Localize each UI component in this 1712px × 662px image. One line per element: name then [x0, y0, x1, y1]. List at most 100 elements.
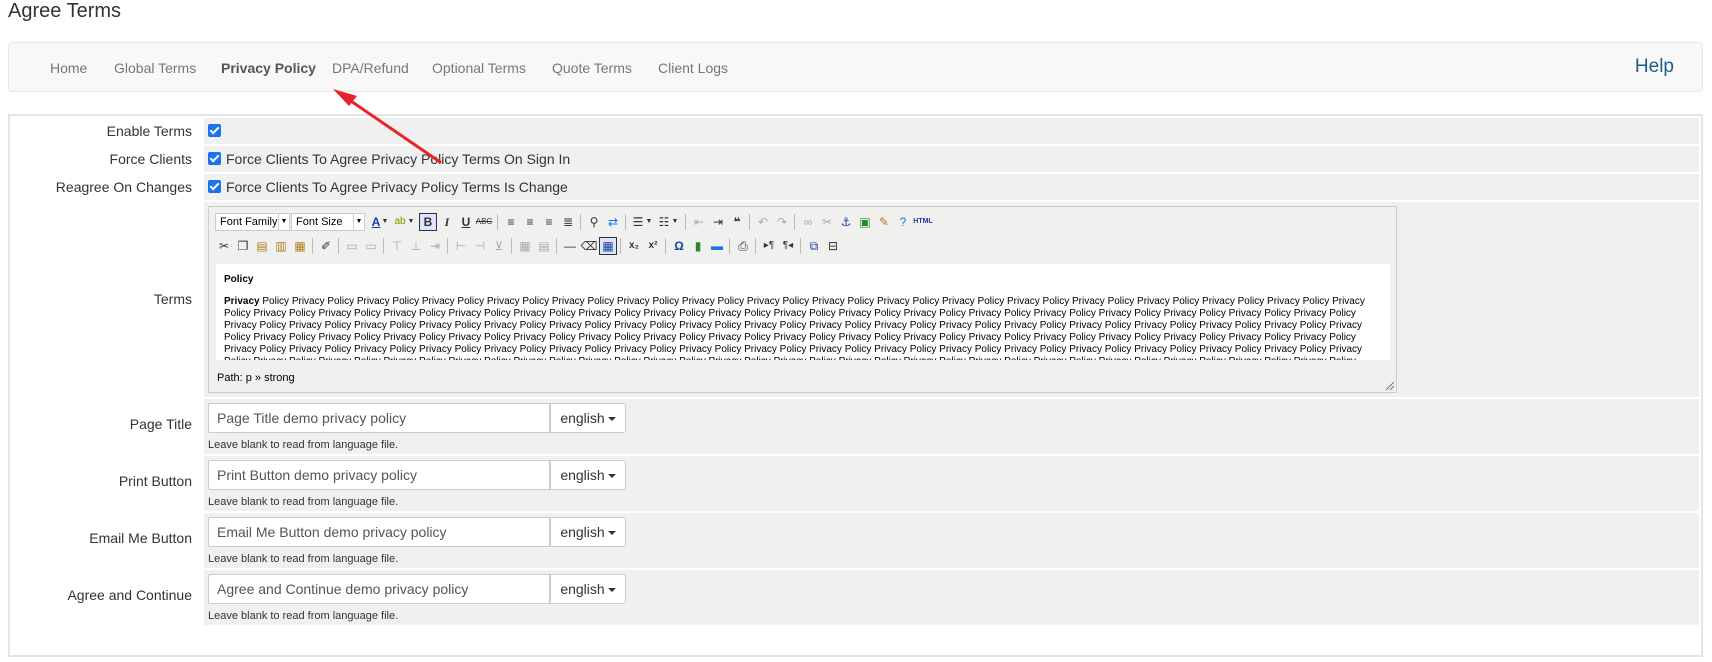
- delete-col-icon[interactable]: ⊻: [490, 237, 508, 255]
- content-heading: Policy: [224, 274, 254, 285]
- cleanup-icon[interactable]: ✎: [875, 213, 893, 231]
- unlink-icon[interactable]: ✂: [818, 213, 836, 231]
- align-justify-icon[interactable]: ≣: [559, 213, 577, 231]
- tab-global-terms[interactable]: Global Terms: [114, 60, 196, 76]
- table-props-icon[interactable]: ✐: [317, 237, 335, 255]
- underline-icon[interactable]: U: [457, 213, 475, 231]
- page-title-input[interactable]: Page Title demo privacy policy: [208, 403, 550, 433]
- numbered-list-dropdown-icon[interactable]: ▼: [671, 213, 679, 231]
- email-button-input[interactable]: Email Me Button demo privacy policy: [208, 517, 550, 547]
- indent-icon[interactable]: ⇥: [709, 213, 727, 231]
- subscript-icon[interactable]: x₂: [625, 237, 643, 255]
- cell-props-icon[interactable]: ▭: [362, 237, 380, 255]
- enable-terms-label: Enable Terms: [12, 118, 202, 144]
- redo-icon[interactable]: ↷: [773, 213, 791, 231]
- ltr-icon[interactable]: ▸¶: [760, 237, 778, 255]
- row-props-icon[interactable]: ▭: [343, 237, 361, 255]
- font-family-dropdown-icon: ▼: [278, 214, 289, 230]
- paste-icon[interactable]: ▤: [253, 237, 271, 255]
- font-size-dropdown-icon: ▼: [353, 214, 364, 230]
- image-icon[interactable]: ▣: [856, 213, 874, 231]
- strikethrough-icon[interactable]: ABC: [475, 213, 493, 231]
- tab-privacy-policy[interactable]: Privacy Policy: [221, 60, 316, 76]
- media-icon[interactable]: ▮: [689, 237, 707, 255]
- anchor-icon[interactable]: ⚓: [837, 213, 855, 231]
- remove-format-icon[interactable]: ⌫: [580, 237, 598, 255]
- terms-navbar: Home Global Terms Privacy Policy DPA/Ref…: [8, 42, 1703, 92]
- outdent-icon[interactable]: ⇤: [690, 213, 708, 231]
- tab-quote-terms[interactable]: Quote Terms: [552, 60, 632, 76]
- cut-icon[interactable]: ✂: [215, 237, 233, 255]
- align-left-icon[interactable]: ≡: [502, 213, 520, 231]
- replace-icon[interactable]: ⇄: [604, 213, 622, 231]
- rtl-icon[interactable]: ¶◂: [779, 237, 797, 255]
- col-after-icon[interactable]: ⊣: [471, 237, 489, 255]
- reagree-checkbox[interactable]: [208, 180, 221, 193]
- help-link[interactable]: Help: [1635, 56, 1674, 78]
- italic-icon[interactable]: I: [438, 213, 456, 231]
- tab-dpa-refund[interactable]: DPA/Refund: [332, 60, 409, 76]
- delete-row-icon[interactable]: ⇥: [426, 237, 444, 255]
- email-button-label: Email Me Button: [12, 513, 202, 568]
- copy-icon[interactable]: ❐: [234, 237, 252, 255]
- horizontal-rule-icon[interactable]: —: [561, 237, 579, 255]
- print-button-label: Print Button: [12, 456, 202, 511]
- col-before-icon[interactable]: ⊢: [452, 237, 470, 255]
- caret-down-icon: [607, 531, 616, 536]
- terms-row: Terms Font Family ▼ Font Size ▼ A ▼ ab ▼ B…: [12, 202, 1699, 397]
- force-clients-text: Force Clients To Agree Privacy Policy Te…: [226, 151, 571, 167]
- superscript-icon[interactable]: x²: [644, 237, 662, 255]
- caret-down-icon: [607, 417, 616, 422]
- tab-client-logs[interactable]: Client Logs: [658, 60, 728, 76]
- email-button-row: Email Me Button Email Me Button demo pri…: [12, 513, 1699, 568]
- caret-down-icon: [607, 474, 616, 479]
- print-icon[interactable]: ⎙: [734, 237, 752, 255]
- page-title: Agree Terms: [8, 0, 122, 22]
- visual-aid-icon[interactable]: ▦: [599, 237, 617, 255]
- agree-continue-input[interactable]: Agree and Continue demo privacy policy: [208, 574, 550, 604]
- fullscreen-icon[interactable]: ⧉: [805, 237, 823, 255]
- tab-home[interactable]: Home: [50, 60, 87, 76]
- text-color-dropdown-icon[interactable]: ▼: [381, 213, 389, 231]
- enable-terms-checkbox[interactable]: [208, 124, 221, 137]
- terms-label: Terms: [12, 202, 202, 397]
- bold-icon[interactable]: B: [419, 213, 437, 231]
- email-button-lang-button[interactable]: english: [550, 517, 626, 547]
- reagree-label: Reagree On Changes: [12, 174, 202, 200]
- help-icon[interactable]: ?: [894, 213, 912, 231]
- tab-optional-terms[interactable]: Optional Terms: [432, 60, 526, 76]
- force-clients-label: Force Clients: [12, 146, 202, 172]
- link-icon[interactable]: ∞: [799, 213, 817, 231]
- page-break-icon[interactable]: ⊟: [824, 237, 842, 255]
- page-title-lang-button[interactable]: english: [550, 403, 626, 433]
- paste-word-icon[interactable]: ▦: [291, 237, 309, 255]
- page-title-label: Page Title: [12, 399, 202, 454]
- highlight-dropdown-icon[interactable]: ▼: [407, 213, 415, 231]
- page-title-row: Page Title Page Title demo privacy polic…: [12, 399, 1699, 454]
- row-after-icon[interactable]: ⊥: [407, 237, 425, 255]
- print-button-lang-button[interactable]: english: [550, 460, 626, 490]
- undo-icon[interactable]: ↶: [754, 213, 772, 231]
- resize-handle-icon[interactable]: [1384, 380, 1394, 390]
- force-clients-checkbox[interactable]: [208, 152, 221, 165]
- content-strong: Privacy: [224, 296, 260, 307]
- find-icon[interactable]: ⚲: [585, 213, 603, 231]
- editor-content-area[interactable]: Policy Privacy Policy Privacy Policy Pri…: [215, 263, 1391, 361]
- advhr-icon[interactable]: ▬: [708, 237, 726, 255]
- merge-cells-icon[interactable]: ▤: [535, 237, 553, 255]
- agree-continue-hint: Leave blank to read from language file.: [208, 610, 399, 622]
- html-source-icon[interactable]: HTML: [911, 213, 935, 231]
- bullet-list-dropdown-icon[interactable]: ▼: [645, 213, 653, 231]
- font-family-select[interactable]: Font Family ▼: [215, 213, 290, 231]
- print-button-input[interactable]: Print Button demo privacy policy: [208, 460, 550, 490]
- align-right-icon[interactable]: ≡: [540, 213, 558, 231]
- row-before-icon[interactable]: ⊤: [388, 237, 406, 255]
- blockquote-icon[interactable]: ❝: [728, 213, 746, 231]
- split-cells-icon[interactable]: ▦: [516, 237, 534, 255]
- paste-text-icon[interactable]: ▥: [272, 237, 290, 255]
- align-center-icon[interactable]: ≡: [521, 213, 539, 231]
- page-title-hint: Leave blank to read from language file.: [208, 439, 399, 451]
- font-size-select[interactable]: Font Size ▼: [291, 213, 365, 231]
- agree-continue-lang-button[interactable]: english: [550, 574, 626, 604]
- special-char-icon[interactable]: Ω: [670, 237, 688, 255]
